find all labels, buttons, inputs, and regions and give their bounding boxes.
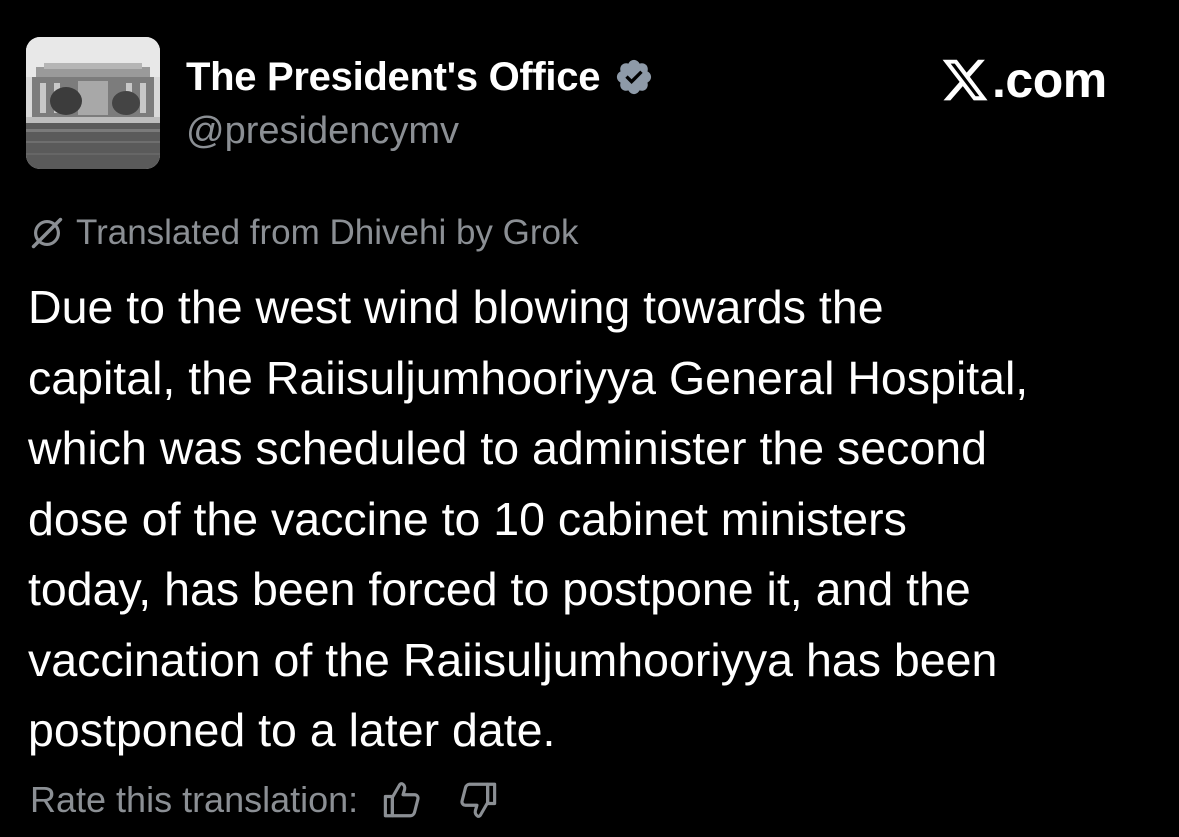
tweet-text-line: today, has been forced to postpone it, a…: [28, 563, 971, 615]
x-logo-icon: [942, 59, 988, 101]
author-handle[interactable]: @presidencymv: [186, 110, 459, 153]
thumbs-down-button[interactable]: [454, 776, 502, 824]
thumbs-up-icon: [383, 782, 420, 818]
translated-from-label: Translated from Dhivehi by Grok: [76, 213, 579, 252]
author-row: The President's Office: [186, 52, 654, 102]
translation-attribution: Translated from Dhivehi by Grok: [28, 212, 579, 254]
rate-translation-bar: Rate this translation:: [30, 776, 502, 824]
brand: .com: [940, 50, 1107, 110]
grok-icon: [31, 217, 63, 249]
tweet-text-line: which was scheduled to administer the se…: [28, 422, 987, 474]
tweet-text-line: dose of the vaccine to 10 cabinet minist…: [28, 492, 907, 545]
author-display-name[interactable]: The President's Office: [186, 55, 600, 100]
avatar-image: [26, 37, 160, 169]
tweet-text-line: Due to the west wind blowing towards the: [28, 281, 884, 333]
avatar[interactable]: [26, 37, 160, 169]
tweet-text-line: postponed to a later date.: [28, 704, 556, 756]
brand-text: .com: [992, 52, 1107, 108]
thumbs-down-icon: [460, 782, 497, 818]
thumbs-up-button[interactable]: [378, 776, 426, 824]
rate-translation-label: Rate this translation:: [30, 779, 359, 820]
tweet-text-line: capital, the Raiisuljumhooriyya General …: [28, 351, 1029, 404]
tweet-text: Due to the west wind blowing towards the…: [28, 272, 1158, 766]
verified-badge-icon: [617, 59, 652, 95]
tweet-text-line: vaccination of the Raiisuljumhooriyya ha…: [28, 633, 998, 686]
